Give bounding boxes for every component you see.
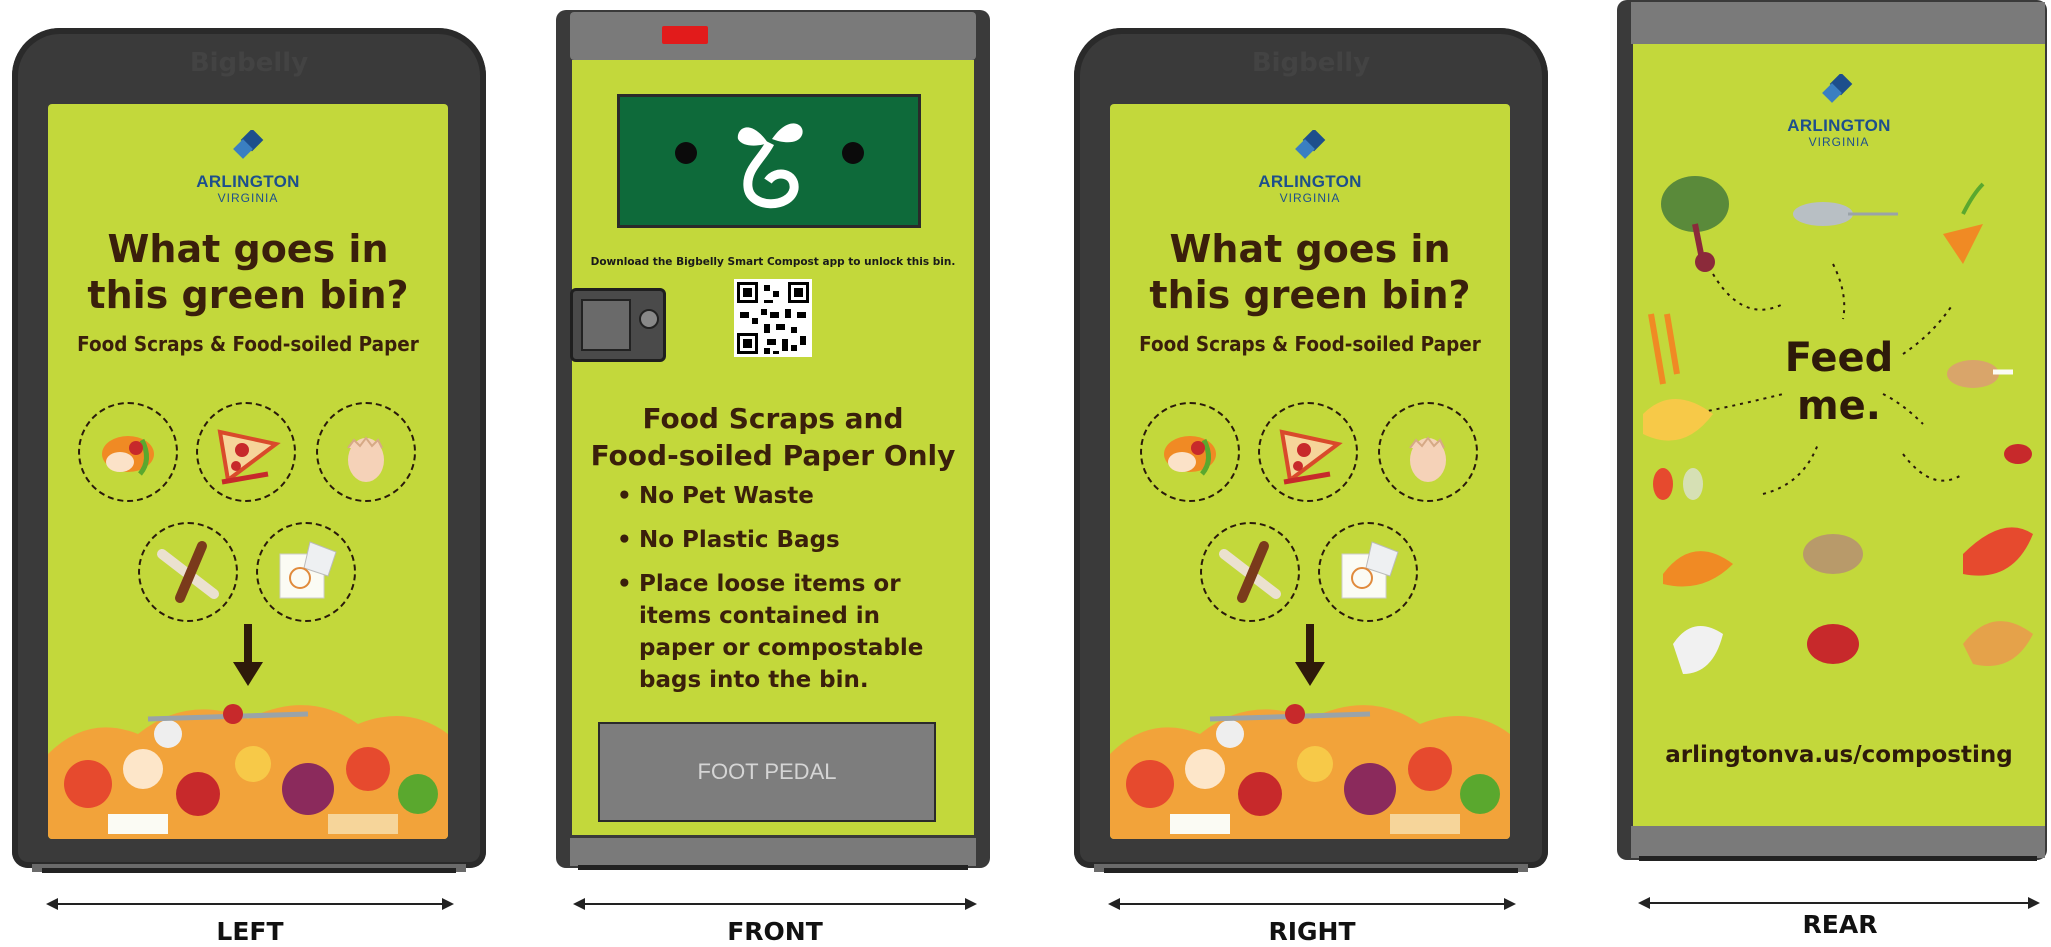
- label-front: FRONT: [727, 917, 823, 946]
- top-cap: [1631, 2, 2045, 44]
- subhead: Food Scraps & Food-soiled Paper: [1139, 332, 1481, 356]
- headline: What goes in this green bin?: [1110, 226, 1510, 318]
- headline-line-2: this green bin?: [1149, 273, 1471, 317]
- napkin-circle-icon: [256, 522, 356, 622]
- keyhole-icon: [639, 309, 659, 329]
- right-width-arrow: [1108, 898, 1516, 910]
- arlington-logo-icon: [1822, 74, 1853, 103]
- top-cap: [570, 12, 976, 60]
- latch-plate: [581, 299, 631, 351]
- rule-item: Place loose items or items contained in …: [617, 568, 954, 696]
- arlington-wordmark: ARLINGTON VIRGINIA: [1633, 116, 2045, 149]
- bin-foot: [42, 868, 456, 873]
- headline-line-2: this green bin?: [87, 273, 409, 317]
- rear-bin-view: ARLINGTON VIRGINIA Feed me. arlingtonva.…: [1617, 0, 2047, 870]
- camera-dot-right-icon: [842, 142, 864, 164]
- org-name: ARLINGTON: [1258, 172, 1362, 191]
- front-title-line-2: Food-soiled Paper Only: [590, 439, 956, 472]
- left-bin-view: Bigbelly ARLINGTON VIRGINIA What goes in…: [12, 28, 486, 873]
- napkin-circle-icon: [1318, 522, 1418, 622]
- label-rear: REAR: [1802, 910, 1878, 939]
- pizza-slice-circle-icon: [1258, 402, 1358, 502]
- side-panel: ARLINGTON VIRGINIA What goes in this gre…: [48, 104, 448, 839]
- bigbelly-logo: Bigbelly: [1251, 48, 1371, 78]
- camera-dot-left-icon: [675, 142, 697, 164]
- eggshell-circle-icon: [316, 402, 416, 502]
- qr-code[interactable]: [734, 278, 812, 358]
- pizza-slice-circle-icon: [196, 402, 296, 502]
- headline-line-1: What goes in: [107, 227, 389, 271]
- food-pile-illustration: [48, 704, 448, 839]
- food-pile-illustration: [1110, 704, 1510, 839]
- label-left: LEFT: [216, 917, 284, 946]
- lock-latch[interactable]: [570, 288, 666, 362]
- bones-circle-icon: [1200, 522, 1300, 622]
- label-right: RIGHT: [1268, 917, 1356, 946]
- subhead: Food Scraps & Food-soiled Paper: [77, 332, 419, 356]
- front-panel: Download the Bigbelly Smart Compost app …: [572, 60, 974, 835]
- bin-foot: [1104, 868, 1518, 873]
- rules-list: No Pet Waste No Plastic Bags Place loose…: [617, 480, 954, 708]
- arlington-logo-icon: [233, 130, 264, 159]
- arlington-wordmark: ARLINGTON VIRGINIA: [1110, 172, 1510, 205]
- bin-base: [570, 838, 976, 866]
- bin-foot: [578, 865, 968, 870]
- front-bin-view: Download the Bigbelly Smart Compost app …: [556, 10, 990, 870]
- arlington-logo-icon: [1295, 130, 1326, 159]
- bones-circle-icon: [138, 522, 238, 622]
- food-scraps-circle-icon: [78, 402, 178, 502]
- eggshell-circle-icon: [1378, 402, 1478, 502]
- org-sub: VIRGINIA: [1279, 191, 1341, 205]
- org-sub: VIRGINIA: [1808, 135, 1870, 149]
- composting-url[interactable]: arlingtonva.us/composting: [1633, 742, 2045, 768]
- food-scraps-circle-icon: [1140, 402, 1240, 502]
- feed-line-2: me.: [1796, 383, 1881, 429]
- front-width-arrow: [573, 898, 977, 910]
- front-title-line-1: Food Scraps and: [642, 402, 904, 435]
- bin-foot: [1639, 856, 2037, 861]
- feed-me-text: Feed me.: [1633, 334, 2045, 430]
- rear-width-arrow: [1638, 897, 2040, 909]
- bigbelly-logo: Bigbelly: [189, 48, 309, 78]
- org-name: ARLINGTON: [196, 172, 300, 191]
- left-width-arrow: [46, 898, 454, 910]
- rear-panel: ARLINGTON VIRGINIA Feed me. arlingtonva.…: [1633, 44, 2045, 826]
- foot-pedal-button[interactable]: FOOT PEDAL: [598, 722, 936, 822]
- rule-item: No Pet Waste: [617, 480, 954, 512]
- side-panel: ARLINGTON VIRGINIA What goes in this gre…: [1110, 104, 1510, 839]
- headline: What goes in this green bin?: [48, 226, 448, 318]
- feed-line-1: Feed: [1784, 335, 1894, 381]
- front-title: Food Scraps and Food-soiled Paper Only: [572, 400, 974, 474]
- seedling-logo-icon: [737, 123, 803, 209]
- arlington-wordmark: ARLINGTON VIRGINIA: [48, 172, 448, 205]
- right-bin-view: Bigbelly ARLINGTON VIRGINIA What goes in…: [1074, 28, 1548, 873]
- headline-line-1: What goes in: [1169, 227, 1451, 271]
- foot-pedal-label: FOOT PEDAL: [697, 759, 837, 784]
- org-sub: VIRGINIA: [217, 191, 279, 205]
- rule-item: No Plastic Bags: [617, 524, 954, 556]
- bin-base: [1631, 826, 2045, 858]
- status-indicator-light: [662, 26, 708, 44]
- display-screen: [617, 94, 921, 228]
- org-name: ARLINGTON: [1787, 116, 1891, 135]
- download-app-text: Download the Bigbelly Smart Compost app …: [590, 256, 956, 268]
